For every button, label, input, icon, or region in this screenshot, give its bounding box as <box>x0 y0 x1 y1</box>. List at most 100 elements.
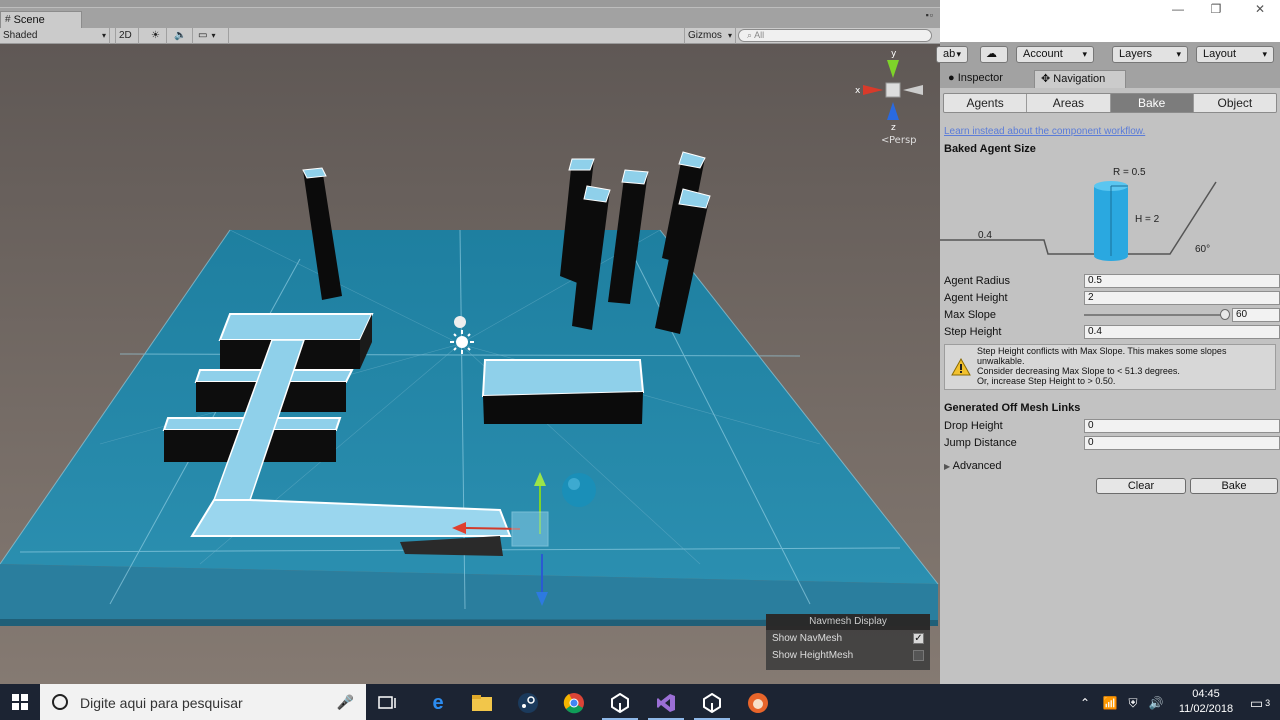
speaker-icon: 🔊 <box>1148 696 1164 710</box>
step-height-label: Step Height <box>944 326 1002 338</box>
off-mesh-links-heading: Generated Off Mesh Links <box>944 402 1081 414</box>
radius-annotation: R = 0.5 <box>1113 167 1146 178</box>
layers-dropdown[interactable]: Layers ▾ <box>1112 46 1188 63</box>
taskbar-app-hand[interactable] <box>736 688 780 718</box>
shading-mode-dropdown[interactable]: Shaded <box>0 28 110 44</box>
notification-count: 3 <box>1265 698 1271 708</box>
show-hidden-icons-button[interactable]: ⌃ <box>1074 688 1096 718</box>
volume-control[interactable]: 🔊 <box>1144 688 1168 718</box>
jump-distance-label: Jump Distance <box>944 437 1017 449</box>
subtab-object[interactable]: Object <box>1193 94 1276 112</box>
taskbar-visual-studio[interactable] <box>644 688 688 720</box>
warning-line-2: Consider decreasing Max Slope to < 51.3 … <box>977 366 1180 376</box>
close-button[interactable]: ✕ <box>1248 2 1272 18</box>
taskbar-unity-1[interactable] <box>598 688 642 720</box>
taskbar-search-text: Digite aqui para pesquisar <box>80 695 243 711</box>
task-view-button[interactable] <box>366 688 410 718</box>
jump-distance-input[interactable]: 0 <box>1084 436 1280 450</box>
max-slope-label: Max Slope <box>944 309 996 321</box>
collab-dropdown[interactable]: ab ▾ <box>936 46 968 63</box>
lighting-toggle-button[interactable]: ☀ <box>145 28 167 44</box>
bake-button[interactable]: Bake <box>1190 478 1278 494</box>
component-workflow-link[interactable]: Learn instead about the component workfl… <box>944 126 1145 137</box>
show-heightmesh-checkbox[interactable] <box>913 650 924 661</box>
cloud-button[interactable]: ☁ <box>980 46 1008 63</box>
security-status[interactable]: ⛨ <box>1122 688 1144 718</box>
wifi-icon: 📶 <box>1102 696 1118 710</box>
2d-toggle-button[interactable]: 2D <box>115 28 139 44</box>
panel-menu-icon[interactable]: ▪▫ <box>926 10 934 20</box>
max-slope-input[interactable]: 60 <box>1232 308 1280 322</box>
layout-dropdown[interactable]: Layout ▾ <box>1196 46 1274 63</box>
drop-height-row: Drop Height 0 <box>944 418 1280 434</box>
agent-height-label: Agent Height <box>944 292 1008 304</box>
minimize-button[interactable]: — <box>1166 2 1190 18</box>
taskbar-search-box[interactable]: Digite aqui para pesquisar 🎤 <box>40 684 366 720</box>
tab-scene[interactable]: # Scene <box>0 11 82 28</box>
show-navmesh-checkbox[interactable]: ✓ <box>913 633 924 644</box>
projection-label: Persp <box>889 135 917 146</box>
scene-tab-label: Scene <box>13 14 45 26</box>
clear-button[interactable]: Clear <box>1096 478 1186 494</box>
cloud-icon: ☁ <box>986 48 997 60</box>
navmesh-display-title: Navmesh Display <box>766 614 930 630</box>
audio-toggle-button[interactable]: 🔈 <box>169 28 193 44</box>
maximize-button[interactable]: ❐ <box>1204 2 1228 18</box>
scene-viewport[interactable]: y x z < Persp <box>0 44 940 684</box>
taskbar-chrome[interactable] <box>552 688 596 718</box>
taskbar-clock[interactable]: 04:45 11/02/2018 <box>1172 687 1240 717</box>
subtab-bake[interactable]: Bake <box>1110 94 1194 112</box>
drop-height-input[interactable]: 0 <box>1084 419 1280 433</box>
show-heightmesh-row[interactable]: Show HeightMesh <box>766 647 930 664</box>
network-status[interactable]: 📶 <box>1098 688 1122 718</box>
shading-mode-label: Shaded <box>3 30 38 41</box>
tab-navigation[interactable]: ✥ Navigation <box>1034 70 1126 88</box>
taskbar-steam[interactable] <box>506 688 550 718</box>
2d-label: 2D <box>119 30 132 41</box>
subtab-agents[interactable]: Agents <box>944 94 1028 112</box>
navigation-subtabs: Agents Areas Bake Object <box>943 93 1277 113</box>
max-slope-slider-thumb[interactable] <box>1220 309 1230 320</box>
chrome-icon <box>563 693 584 714</box>
z-axis-label: z <box>891 123 896 133</box>
agent-height-row: Agent Height 2 <box>944 290 1280 306</box>
drop-height-label: Drop Height <box>944 420 1003 432</box>
height-annotation: H = 2 <box>1135 214 1160 225</box>
advanced-foldout[interactable]: ▶ Advanced <box>944 460 1002 472</box>
navmesh-display-overlay: Navmesh Display Show NavMesh ✓ Show Heig… <box>766 614 930 670</box>
agent-radius-input[interactable]: 0.5 <box>1084 274 1280 288</box>
notification-icon: ▭ <box>1249 694 1264 711</box>
max-slope-slider-track[interactable] <box>1084 314 1226 316</box>
taskbar-unity-2[interactable] <box>690 688 734 720</box>
step-height-input[interactable]: 0.4 <box>1084 325 1280 339</box>
account-dropdown[interactable]: Account ▾ <box>1016 46 1094 63</box>
taskbar-file-explorer[interactable] <box>460 688 504 718</box>
action-center-button[interactable]: ▭ 3 <box>1242 688 1278 718</box>
window-top-strip <box>0 0 940 8</box>
subtab-areas[interactable]: Areas <box>1027 94 1111 112</box>
taskbar-edge[interactable]: e <box>416 688 460 718</box>
start-button[interactable] <box>0 684 40 720</box>
agent-size-diagram: R = 0.5 H = 2 0.4 60° <box>940 167 1217 261</box>
microphone-icon[interactable]: 🎤 <box>337 694 354 711</box>
layers-label: Layers <box>1119 48 1153 60</box>
y-axis-label: y <box>891 49 897 59</box>
effects-dropdown[interactable]: ▭ ▾ <box>195 28 229 44</box>
scene-search-input[interactable]: ⌕ All <box>738 29 932 42</box>
speaker-icon: 🔈 <box>174 30 187 41</box>
scene-tabbar: # Scene ▪▫ <box>0 0 940 28</box>
edge-icon: e <box>432 691 444 714</box>
tab-inspector[interactable]: ● Inspector <box>942 70 1009 88</box>
show-navmesh-row[interactable]: Show NavMesh ✓ <box>766 630 930 647</box>
step-annotation: 0.4 <box>978 230 992 241</box>
show-navmesh-label: Show NavMesh <box>772 633 843 644</box>
unity-toolbar: ab ▾ ☁ Account ▾ Layers ▾ Layout ▾ <box>936 42 1280 67</box>
warning-line-3: Or, increase Step Height to > 0.50. <box>977 376 1116 386</box>
hand-app-icon <box>748 693 768 713</box>
gizmos-dropdown[interactable]: Gizmos <box>684 28 736 44</box>
step-height-row: Step Height 0.4 <box>944 324 1280 340</box>
panel-tabs: ● Inspector ✥ Navigation <box>940 67 1280 88</box>
agent-height-input[interactable]: 2 <box>1084 291 1280 305</box>
baked-agent-size-heading: Baked Agent Size <box>944 143 1036 155</box>
search-placeholder: All <box>754 30 765 40</box>
